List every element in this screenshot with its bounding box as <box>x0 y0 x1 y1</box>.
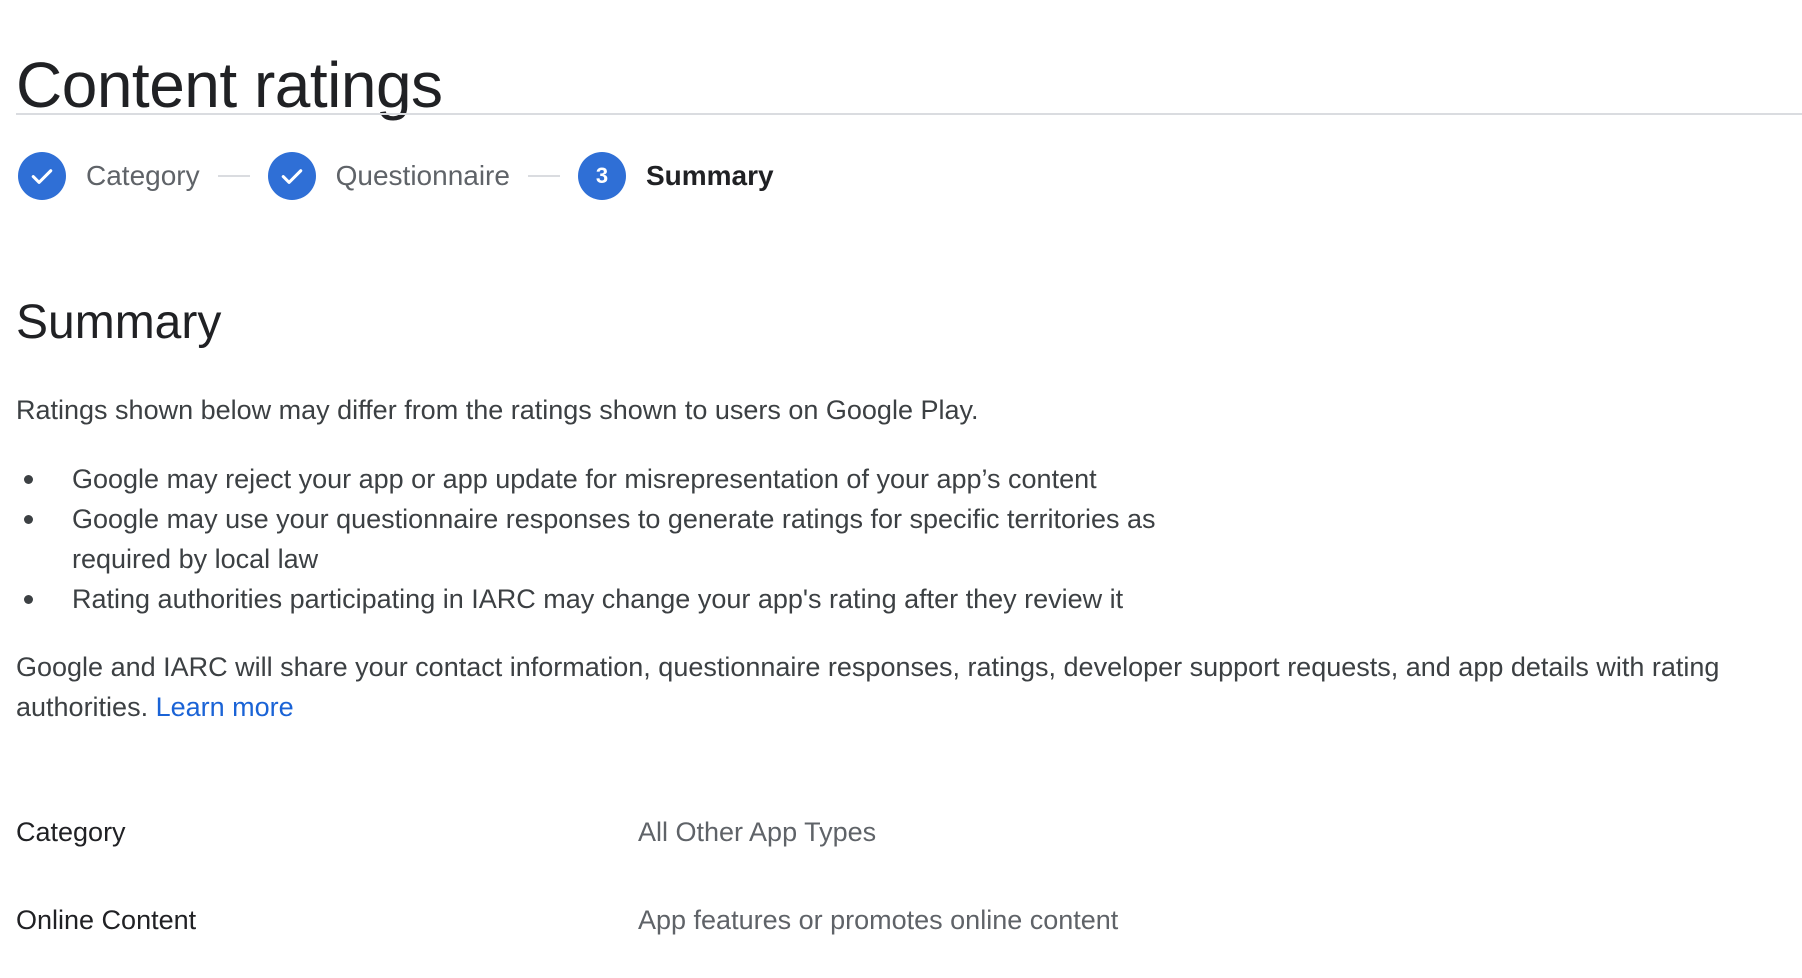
step-category-label: Category <box>86 160 200 191</box>
bullet-icon <box>24 515 33 524</box>
list-item-text: Google may reject your app or app update… <box>72 464 1097 494</box>
bullet-icon <box>24 475 33 484</box>
list-item-text: Rating authorities participating in IARC… <box>72 584 1124 614</box>
row-label: Online Content <box>16 905 197 935</box>
title-divider <box>16 113 1802 115</box>
section-heading: Summary <box>16 295 222 349</box>
list-item: Rating authorities participating in IARC… <box>16 579 1256 619</box>
list-item: Google may use your questionnaire respon… <box>16 499 1252 579</box>
list-item-text: Google may use your questionnaire respon… <box>72 504 1156 574</box>
step-questionnaire-label: Questionnaire <box>335 160 510 191</box>
summary-row-category: Category All Other App Types <box>16 812 1716 852</box>
warning-list: Google may reject your app or app update… <box>16 459 1256 619</box>
bullet-icon <box>24 595 33 604</box>
row-value: App features or promotes online content <box>638 905 1119 935</box>
check-icon <box>31 169 53 184</box>
step-questionnaire[interactable]: Questionnaire <box>267 152 510 200</box>
list-item: Google may reject your app or app update… <box>16 459 1256 499</box>
learn-more-link[interactable]: Learn more <box>156 692 294 722</box>
step-questionnaire-complete-badge <box>267 152 316 200</box>
check-icon <box>281 169 302 184</box>
step-summary-number-badge: 3 <box>577 152 626 200</box>
row-value: All Other App Types <box>638 817 877 847</box>
step-category[interactable]: Category <box>18 152 200 200</box>
step-category-complete-badge <box>18 152 66 200</box>
step-number: 3 <box>595 163 609 188</box>
ratings-intro-text: Ratings shown below may differ from the … <box>16 395 979 425</box>
step-summary-label: Summary <box>645 160 774 191</box>
stepper: Category Questionnaire 3 Summary <box>18 151 774 201</box>
step-connector <box>527 175 560 177</box>
summary-row-online-content: Online Content App features or promotes … <box>16 900 1716 940</box>
step-summary[interactable]: 3 Summary <box>577 152 774 200</box>
step-connector <box>217 175 250 177</box>
data-sharing-note: Google and IARC will share your contact … <box>16 647 1776 727</box>
row-label: Category <box>16 817 126 847</box>
